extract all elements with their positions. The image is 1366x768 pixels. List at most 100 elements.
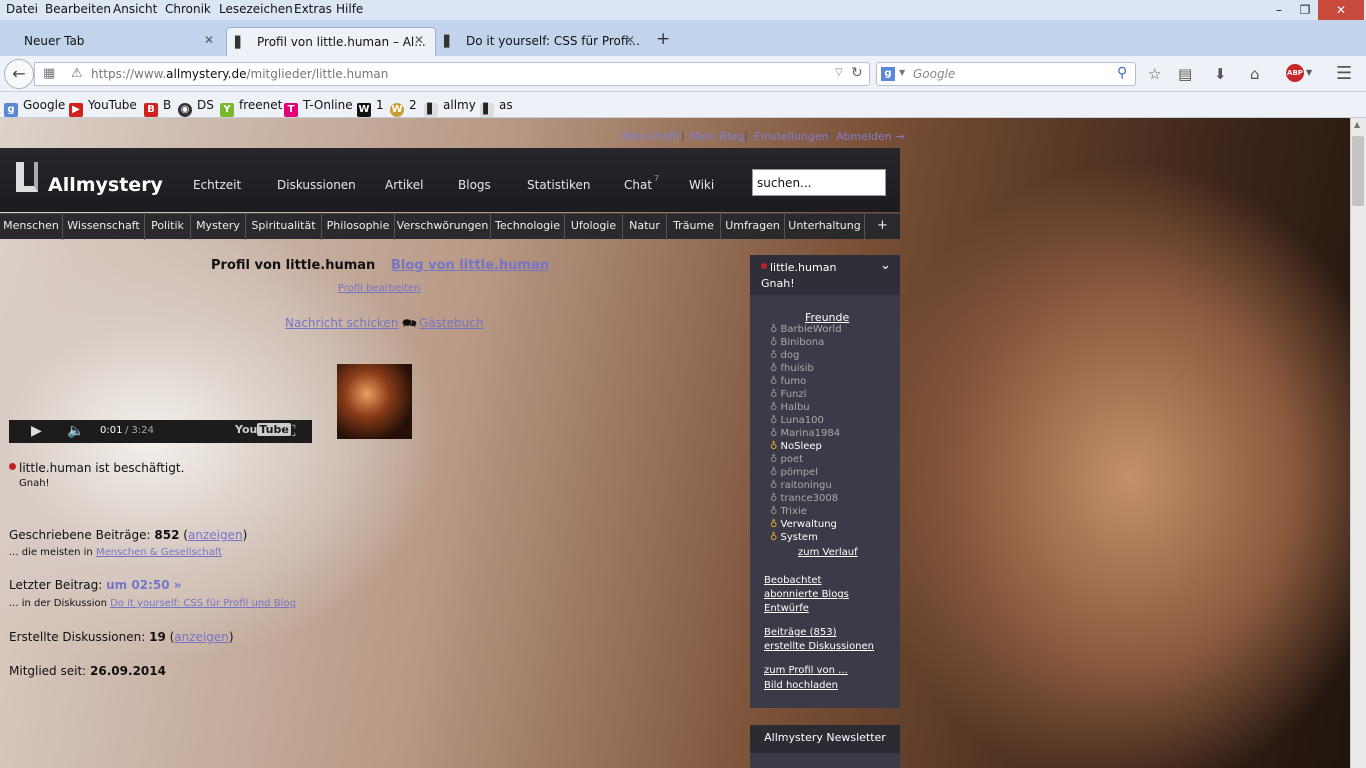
youtube-logo-icon[interactable]: You Tube (235, 423, 291, 436)
last-post-link[interactable]: um 02:50 » (106, 578, 181, 592)
bookmark-google[interactable]: g Google (4, 98, 65, 117)
logout-link[interactable]: Abmelden → (836, 130, 904, 143)
nav-wiki[interactable]: Wiki (689, 178, 714, 192)
adblock-icon[interactable]: ABP (1286, 64, 1304, 82)
friend-item[interactable]: ♁ NoSleep (770, 441, 822, 452)
search-bar[interactable]: g ▼ Google ⚲ (876, 62, 1136, 86)
friend-item[interactable]: ♁ Funzl (770, 389, 806, 400)
cat-umfragen[interactable]: Umfragen (721, 214, 785, 240)
close-window-icon[interactable]: ✕ (1318, 0, 1364, 20)
menu-bearbeiten[interactable]: Bearbeiten (45, 2, 111, 16)
bookmark-youtube[interactable]: ▶ YouTube (69, 98, 137, 117)
nav-artikel[interactable]: Artikel (385, 178, 423, 192)
minimize-icon[interactable]: – (1266, 0, 1292, 20)
cat-more[interactable]: + (865, 214, 900, 240)
friend-item[interactable]: ♁ Binibona (770, 337, 824, 348)
cat-philosophie[interactable]: Philosophie (322, 214, 395, 240)
blog-link[interactable]: Blog von little.human (391, 258, 549, 273)
warning-icon[interactable]: ⚠ (71, 66, 83, 81)
close-tab-icon[interactable]: ✕ (625, 33, 635, 47)
cat-natur[interactable]: Natur (623, 214, 667, 240)
new-tab-icon[interactable]: + (656, 29, 670, 49)
cat-spiritualitaet[interactable]: Spiritualität (246, 214, 322, 240)
cat-politik[interactable]: Politik (145, 214, 191, 240)
menu-hilfe[interactable]: Hilfe (336, 2, 363, 16)
home-icon[interactable]: ⌂ (1250, 65, 1260, 83)
chevron-down-icon[interactable]: ⌄ (880, 258, 891, 273)
url-bar[interactable]: ▦ ⚠ https://www.allmystery.de/mitglieder… (34, 62, 870, 86)
friend-item[interactable]: ♁ BarbieWorld (770, 324, 842, 335)
scroll-up-icon[interactable]: ▲ (1354, 120, 1360, 129)
settings-link[interactable]: Einstellungen (754, 130, 829, 143)
bookmark-as[interactable]: ▋ as (480, 98, 513, 117)
chevron-down-icon[interactable]: ▼ (1306, 68, 1312, 77)
friend-item[interactable]: ♁ Halbu (770, 402, 810, 413)
watched-link[interactable]: Beobachtet (764, 575, 821, 586)
cat-verschwoerungen[interactable]: Verschwörungen (395, 214, 491, 240)
friend-item[interactable]: ♁ Verwaltung (770, 519, 837, 530)
bookmark-w1[interactable]: W1 (357, 98, 384, 117)
discussion-link[interactable]: Do it yourself: CSS für Profil und Blog (110, 598, 296, 609)
menu-lesezeichen[interactable]: Lesezeichen (219, 2, 293, 16)
created-discussions-link[interactable]: erstellte Diskussionen (764, 641, 874, 652)
friend-item[interactable]: ♁ poet (770, 454, 803, 465)
friend-item[interactable]: ♁ Trixie (770, 506, 807, 517)
posts-link[interactable]: Beiträge (853) (764, 627, 837, 638)
search-icon[interactable]: ⚲ (1117, 65, 1127, 81)
bookmark-star-icon[interactable]: ☆ (1148, 65, 1161, 83)
upload-image-link[interactable]: Bild hochladen (764, 680, 838, 691)
tab-new[interactable]: Neuer Tab (12, 27, 222, 56)
cat-traeume[interactable]: Träume (667, 214, 721, 240)
reload-icon[interactable]: ↻ (851, 65, 863, 81)
allmystery-logo-icon[interactable] (16, 162, 38, 192)
cat-mystery[interactable]: Mystery (191, 214, 246, 240)
dropdown-icon[interactable]: ▽ (835, 67, 843, 78)
youtube-player[interactable]: ▶ 🔈 0:01 / 3:24 You Tube ⛶ (9, 420, 312, 443)
category-link[interactable]: Menschen & Gesellschaft (96, 547, 222, 558)
friend-item[interactable]: ♁ fhuisib (770, 363, 814, 374)
fullscreen-icon[interactable]: ⛶ (285, 422, 296, 440)
bookmark-w2[interactable]: W2 (390, 98, 417, 117)
download-icon[interactable]: ⬇ (1214, 65, 1227, 83)
nav-echtzeit[interactable]: Echtzeit (193, 178, 241, 192)
newsletter-heading[interactable]: Allmystery Newsletter (750, 725, 900, 753)
friend-item[interactable]: ♁ pömpel (770, 467, 818, 478)
volume-icon[interactable]: 🔈 (67, 423, 84, 439)
bookmark-ds[interactable]: ◉ DS (178, 98, 214, 117)
identity-icon[interactable]: ▦ (43, 66, 55, 81)
tab-diy-css[interactable]: ▋ Do it yourself: CSS für Profi... (436, 27, 646, 56)
drafts-link[interactable]: Entwürfe (764, 603, 809, 614)
friend-item[interactable]: ♁ fumo (770, 376, 806, 387)
page-scrollbar[interactable]: ▲ (1350, 118, 1366, 768)
google-icon[interactable]: g (881, 67, 895, 81)
tab-profile[interactable]: ▋ Profil von little.human – Al... (226, 27, 436, 56)
friend-item[interactable]: ♁ System (770, 532, 818, 543)
guestbook-link[interactable]: Gästebuch (419, 316, 483, 330)
send-message-link[interactable]: Nachricht schicken (285, 316, 398, 330)
bookmark-allmy[interactable]: ▋ allmy (424, 98, 476, 117)
cat-menschen[interactable]: Menschen (0, 214, 63, 240)
cat-ufologie[interactable]: Ufologie (565, 214, 623, 240)
my-profile-link[interactable]: Mein Profil (622, 130, 679, 143)
friend-item[interactable]: ♁ raitoningu (770, 480, 832, 491)
menu-extras[interactable]: Extras (294, 2, 332, 16)
friend-item[interactable]: ♁ Luna100 (770, 415, 824, 426)
maximize-icon[interactable]: ❐ (1292, 0, 1318, 20)
cat-technologie[interactable]: Technologie (491, 214, 565, 240)
bookmark-t-online[interactable]: T T-Online (284, 98, 353, 117)
friend-item[interactable]: ♁ trance3008 (770, 493, 838, 504)
menu-ansicht[interactable]: Ansicht (113, 2, 157, 16)
reading-list-icon[interactable]: ▤ (1178, 65, 1192, 83)
bookmark-bild[interactable]: BB (144, 98, 171, 117)
site-search-input[interactable] (752, 169, 886, 196)
cat-unterhaltung[interactable]: Unterhaltung (785, 214, 865, 240)
sidebar-header[interactable]: little.human Gnah! ⌄ (750, 255, 900, 295)
friend-item[interactable]: ♁ dog (770, 350, 799, 361)
subscribed-blogs-link[interactable]: abonnierte Blogs (764, 589, 849, 600)
back-button[interactable]: ← (4, 59, 34, 89)
chevron-down-icon[interactable]: ▼ (899, 68, 905, 77)
nav-diskussionen[interactable]: Diskussionen (277, 178, 356, 192)
play-icon[interactable]: ▶ (31, 423, 42, 439)
close-tab-icon[interactable]: ✕ (414, 33, 424, 47)
show-posts-link[interactable]: anzeigen (188, 528, 243, 542)
